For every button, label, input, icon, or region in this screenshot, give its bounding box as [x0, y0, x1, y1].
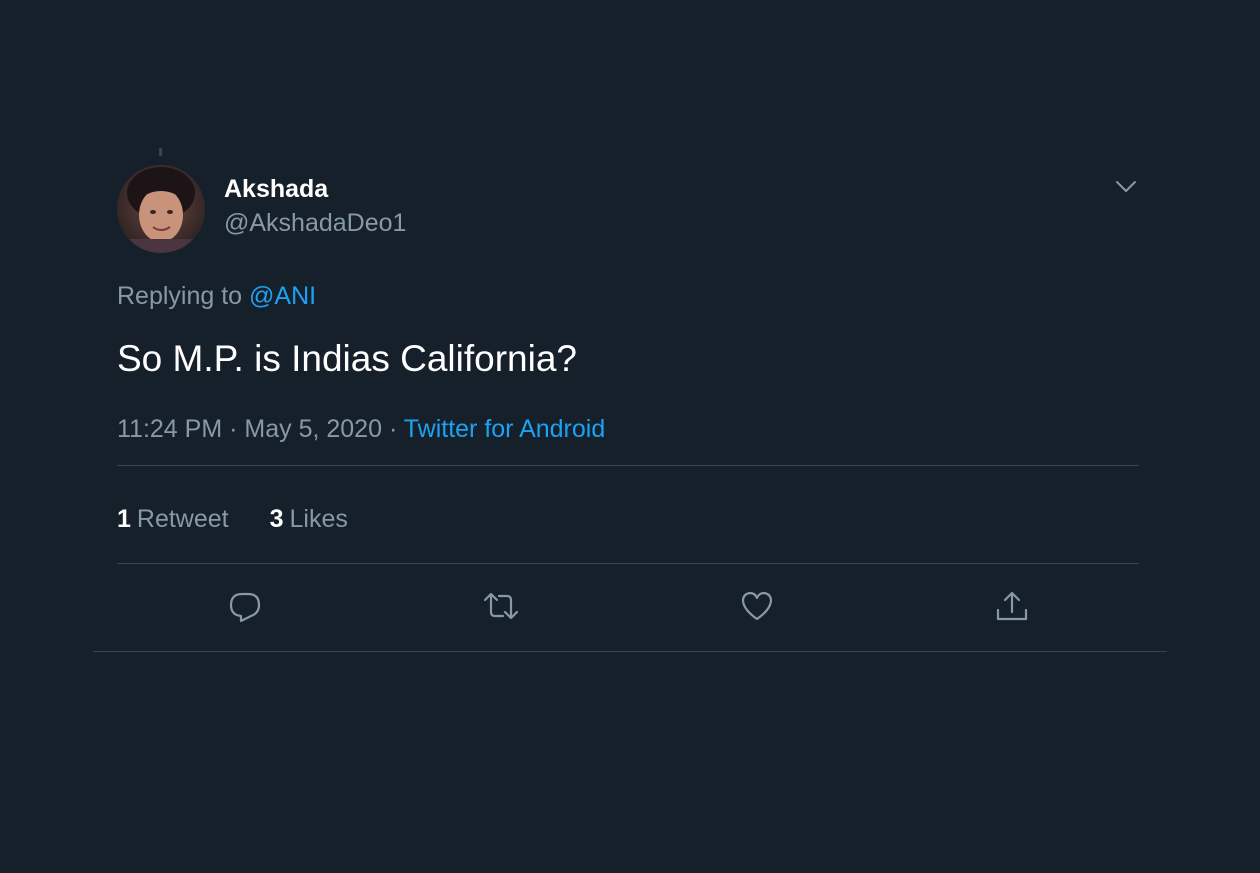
retweets-count: 1 [117, 505, 131, 533]
likes-stat[interactable]: 3 Likes [270, 505, 348, 533]
tweet-text: So M.P. is Indias California? [117, 338, 577, 379]
author-handle[interactable]: @AkshadaDeo1 [224, 207, 406, 239]
retweet-icon [481, 588, 521, 629]
reply-icon [227, 588, 263, 629]
thread-connector [159, 148, 162, 156]
reply-mention-link[interactable]: @ANI [249, 282, 316, 310]
divider [117, 563, 1139, 564]
meta-separator: · [388, 415, 398, 443]
tweet-time[interactable]: 11:24 PM [117, 415, 222, 443]
divider [117, 465, 1139, 466]
heart-icon [739, 588, 775, 629]
retweet-button[interactable] [481, 588, 521, 628]
reply-button[interactable] [225, 588, 265, 628]
retweets-stat[interactable]: 1 Retweet [117, 505, 229, 533]
likes-label: Likes [289, 505, 348, 533]
like-button[interactable] [737, 588, 777, 628]
tweet-source-link[interactable]: Twitter for Android [404, 415, 605, 443]
replying-to: Replying to @ANI [117, 280, 316, 312]
tweet-page: Akshada @AkshadaDeo1 Replying to @ANI So… [0, 0, 1260, 873]
share-button[interactable] [992, 588, 1032, 628]
divider [93, 651, 1167, 652]
meta-separator: · [229, 415, 238, 443]
author-display-name[interactable]: Akshada [224, 173, 328, 205]
replying-to-prefix: Replying to [117, 282, 243, 310]
retweets-label: Retweet [136, 505, 229, 533]
share-icon [994, 588, 1030, 629]
tweet-meta: 11:24 PM · May 5, 2020 · Twitter for And… [117, 413, 605, 445]
tweet-date[interactable]: May 5, 2020 [244, 415, 382, 443]
likes-count: 3 [269, 505, 284, 533]
avatar[interactable] [117, 165, 205, 253]
chevron-down-icon[interactable] [1112, 173, 1140, 201]
tweet-stats: 1 Retweet 3 Likes [117, 503, 382, 535]
